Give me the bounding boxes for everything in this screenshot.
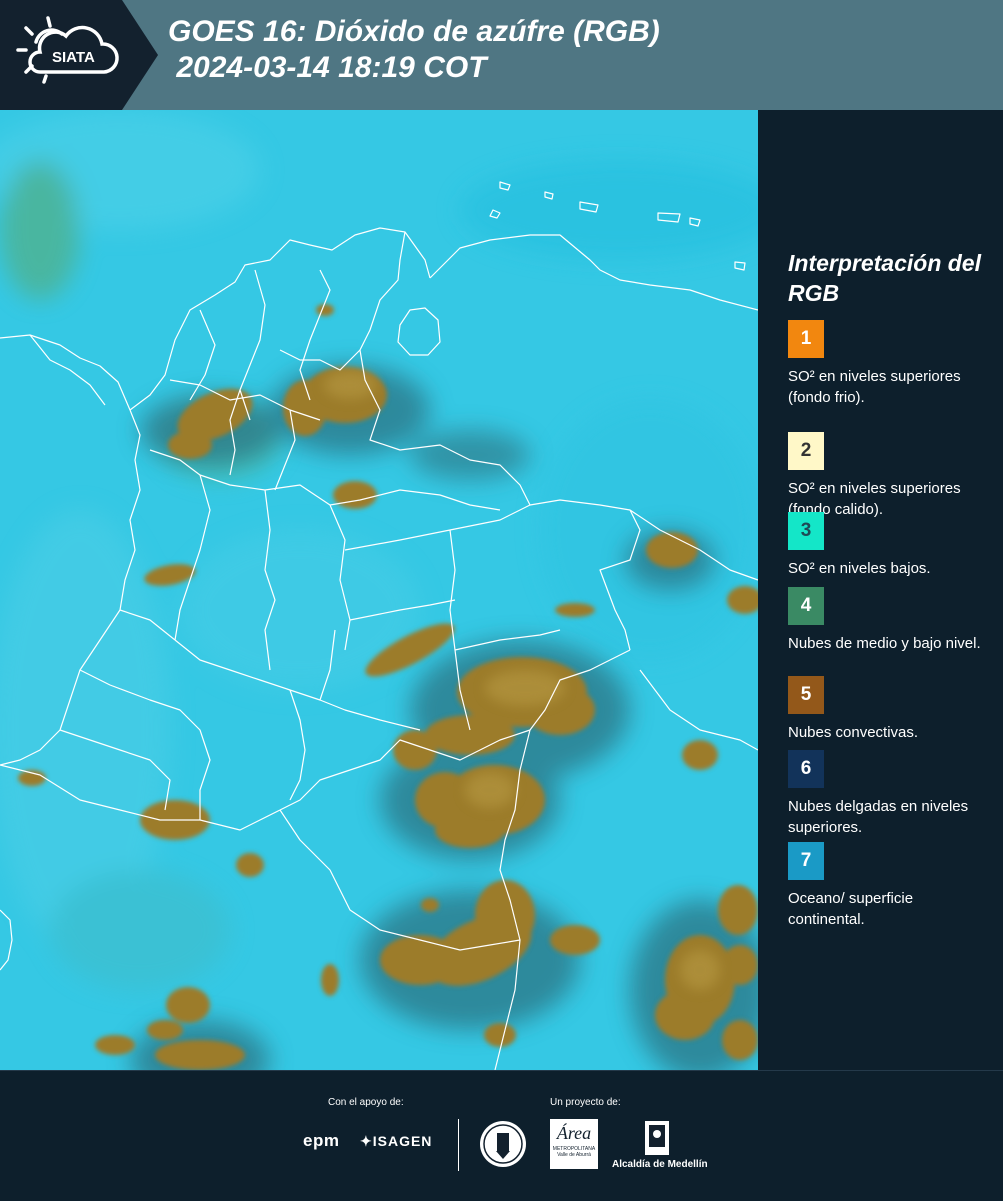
legend-swatch: 5 bbox=[788, 676, 824, 714]
divider bbox=[458, 1119, 459, 1171]
legend-item: 4 Nubes de medio y bajo nivel. bbox=[788, 587, 993, 654]
legend-swatch: 2 bbox=[788, 432, 824, 470]
legend-title: Interpretación del RGB bbox=[788, 250, 981, 306]
page-title: GOES 16: Dióxido de azúfre (RGB) 2024-03… bbox=[168, 15, 660, 84]
legend-swatch: 4 bbox=[788, 587, 824, 625]
footer: Con el apoyo de: Un proyecto de: epm ✦IS… bbox=[0, 1070, 1003, 1201]
legend-item: 6 Nubes delgadas en niveles superiores. bbox=[788, 750, 993, 838]
legend-swatch: 1 bbox=[788, 320, 824, 358]
area-logo-text: Área bbox=[556, 1123, 592, 1143]
isagen-logo: ✦ISAGEN bbox=[360, 1133, 432, 1150]
area-metropolitana-logo: Área METROPOLITANA Valle de Aburrá bbox=[550, 1119, 598, 1169]
alcaldia-text: Alcaldía de Medellín bbox=[612, 1159, 708, 1170]
legend-label: Nubes delgadas en niveles superiores. bbox=[788, 798, 969, 836]
legend-label: Nubes convectivas. bbox=[788, 724, 919, 741]
satellite-map bbox=[0, 110, 758, 1070]
legend-swatch: 3 bbox=[788, 512, 824, 550]
legend-item: 5 Nubes convectivas. bbox=[788, 676, 993, 743]
project-caption: Un proyecto de: bbox=[550, 1097, 621, 1108]
legend-label: SO² en niveles superiores (fondo frio). bbox=[788, 368, 961, 406]
siata-logo-panel: SIATA bbox=[0, 0, 160, 110]
legend-label: SO² en niveles bajos. bbox=[788, 560, 931, 577]
area-logo-sub2: Valle de Aburrá bbox=[557, 1152, 591, 1158]
legend-item: 7 Oceano/ superficie continental. bbox=[788, 842, 993, 930]
logo-text: SIATA bbox=[52, 49, 95, 66]
isagen-text: ISAGEN bbox=[372, 1133, 433, 1149]
legend-label: Oceano/ superficie continental. bbox=[788, 890, 914, 928]
legend-item: 3 SO² en niveles bajos. bbox=[788, 512, 993, 579]
isagen-icon: ✦ bbox=[360, 1133, 373, 1149]
header-bar: SIATA GOES 16: Dióxido de azúfre (RGB) 2… bbox=[0, 0, 1003, 110]
siata-logo: SIATA bbox=[0, 0, 158, 110]
legend-swatch: 6 bbox=[788, 750, 824, 788]
legend-label: Nubes de medio y bajo nivel. bbox=[788, 635, 981, 652]
support-caption: Con el apoyo de: bbox=[328, 1097, 404, 1108]
legend-panel: Interpretación del RGB 1 SO² en niveles s… bbox=[760, 110, 1003, 1070]
legend-item: 2 SO² en niveles superiores (fondo calido… bbox=[788, 432, 993, 520]
alcaldia-shield-icon bbox=[645, 1121, 669, 1155]
legend-swatch: 7 bbox=[788, 842, 824, 880]
epm-logo: epm bbox=[303, 1131, 340, 1150]
medellin-seal-icon bbox=[480, 1121, 526, 1167]
legend-item: 1 SO² en niveles superiores (fondo frio). bbox=[788, 320, 993, 408]
